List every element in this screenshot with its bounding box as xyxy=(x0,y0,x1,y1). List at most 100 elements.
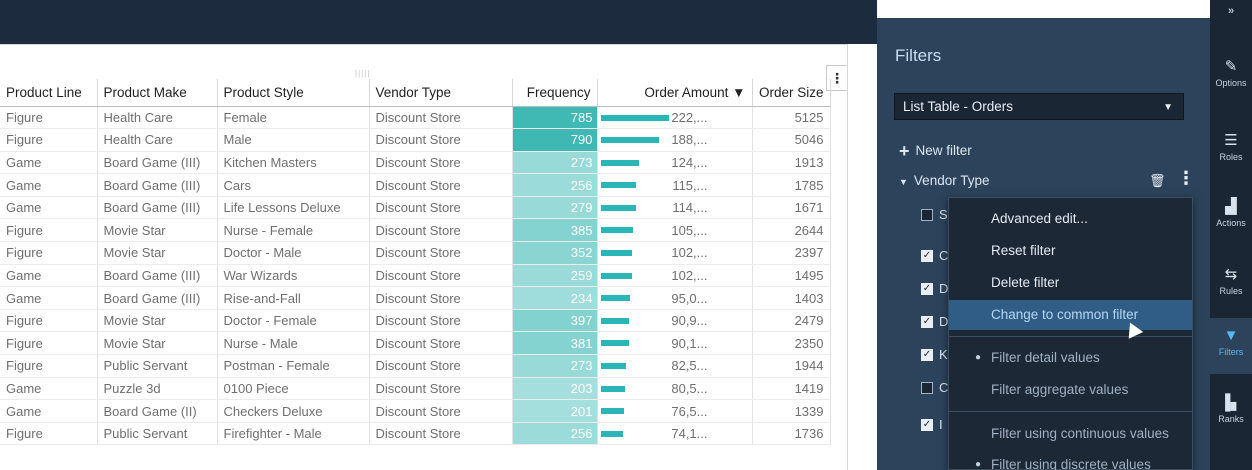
cell-product-make: Board Game (III) xyxy=(97,196,218,220)
cell-vendor-type: Discount Store xyxy=(369,128,513,152)
tab-label: Ranks xyxy=(1218,414,1244,424)
column-header-product-make[interactable]: Product Make xyxy=(97,79,218,107)
tab-rules[interactable]: ⇆ Rules xyxy=(1210,256,1252,312)
menu-divider xyxy=(949,411,1192,412)
value-checkbox[interactable] xyxy=(921,382,933,394)
cell-frequency: 785 xyxy=(512,106,598,130)
order-amount-value: 114,... xyxy=(672,200,708,216)
select-all-checkbox[interactable] xyxy=(921,209,933,221)
cell-product-make: Movie Star xyxy=(97,218,218,243)
table-row[interactable]: Figure Health Care Female Discount Store 785… xyxy=(0,106,831,130)
menu-item-advanced-edit[interactable]: Advanced edit... xyxy=(949,204,1192,234)
cell-frequency: 259 xyxy=(512,264,598,288)
cell-order-amount: 90,9... xyxy=(597,309,753,333)
cell-order-size: 1403 xyxy=(752,286,831,310)
value-checkbox[interactable]: ✓ xyxy=(921,316,933,328)
menu-item-filter-detail-values[interactable]: Filter detail values xyxy=(949,343,1192,373)
table-row[interactable]: Figure Movie Star Nurse - Female Discount S… xyxy=(0,218,831,243)
tab-roles[interactable]: ☰ Roles xyxy=(1210,122,1252,178)
table-row[interactable]: Game Puzzle 3d 0100 Piece Discount Store 203… xyxy=(0,377,831,401)
cell-product-make: Puzzle 3d xyxy=(97,377,218,401)
table-row[interactable]: Game Board Game (III) Rise-and-Fall Discoun… xyxy=(0,286,831,310)
menu-item-delete-filter[interactable]: Delete filter xyxy=(949,268,1192,298)
cell-order-size: 1913 xyxy=(752,151,831,175)
column-header-order-size[interactable]: Order Size xyxy=(752,79,831,107)
cell-order-amount: 188,... xyxy=(597,128,753,152)
table-row[interactable]: Game Board Game (II) Checkers Deluxe Discou… xyxy=(0,399,831,423)
tab-actions[interactable]: ▟ Actions xyxy=(1210,188,1252,244)
cell-order-amount: 105,... xyxy=(597,218,753,243)
new-filter-button[interactable]: + New filter xyxy=(899,141,972,162)
cell-order-size: 1339 xyxy=(752,399,831,423)
tab-label: Roles xyxy=(1219,152,1243,162)
cell-product-style: Male xyxy=(217,128,370,152)
report-canvas: ||||| ⋮ Product Line Product Make Produc… xyxy=(0,44,877,470)
menu-item-filter-aggregate-values[interactable]: Filter aggregate values xyxy=(949,375,1192,405)
expand-pane-button[interactable]: » xyxy=(1210,0,1252,18)
cell-frequency: 256 xyxy=(512,422,598,446)
tab-ranks[interactable]: ▐▖ Ranks xyxy=(1210,384,1252,440)
column-header-product-line[interactable]: Product Line xyxy=(0,79,98,107)
column-header-product-style[interactable]: Product Style xyxy=(217,79,370,107)
cell-vendor-type: Discount Store xyxy=(369,196,513,220)
column-header-frequency[interactable]: Frequency xyxy=(512,79,598,107)
table-row[interactable]: Game Board Game (III) Cars Discount Store 25… xyxy=(0,173,831,197)
cell-product-make: Board Game (III) xyxy=(97,173,218,197)
table-row[interactable]: Figure Movie Star Doctor - Female Discount … xyxy=(0,309,831,333)
cell-frequency: 352 xyxy=(512,241,598,265)
cell-product-make: Board Game (III) xyxy=(97,151,218,175)
list-table-card[interactable]: ||||| ⋮ Product Line Product Make Produc… xyxy=(0,44,848,470)
menu-item-change-to-common-filter[interactable]: Change to common filter xyxy=(949,300,1192,330)
cell-product-make: Movie Star xyxy=(97,241,218,265)
column-header-order-amount[interactable]: Order Amount ▼ xyxy=(597,79,753,107)
value-checkbox[interactable]: ✓ xyxy=(921,283,933,295)
cell-frequency: 201 xyxy=(512,399,598,423)
right-pane-tabs: ✎ Options ☰ Roles ▟ Actions ⇆ Rules ▼ Filters… xyxy=(1210,18,1252,470)
table-row[interactable]: Figure Public Servant Postman - Female Disc… xyxy=(0,354,831,378)
cell-order-size: 2479 xyxy=(752,309,831,333)
chevron-down-icon: ▼ xyxy=(1163,102,1173,113)
tab-options[interactable]: ✎ Options xyxy=(1210,48,1252,104)
cell-vendor-type: Discount Store xyxy=(369,354,513,378)
value-checkbox[interactable]: ✓ xyxy=(921,250,933,262)
menu-divider xyxy=(949,336,1192,337)
table-row[interactable]: Figure Public Servant Firefighter - Male Di… xyxy=(0,422,831,446)
object-select[interactable]: List Table - Orders ▼ xyxy=(894,93,1184,120)
filter-icon: ▼ xyxy=(1223,327,1239,344)
menu-item-filter-discrete-values[interactable]: Filter using discrete values xyxy=(949,450,1192,470)
cell-order-size: 2397 xyxy=(752,241,831,265)
table-row[interactable]: Game Board Game (III) Life Lessons Deluxe D… xyxy=(0,196,831,220)
table-row[interactable]: Figure Health Care Male Discount Store 790 18… xyxy=(0,128,831,152)
column-header-vendor-type[interactable]: Vendor Type xyxy=(369,79,513,107)
checkbox-label: D xyxy=(939,314,949,329)
table-row[interactable]: Game Board Game (III) Kitchen Masters Disco… xyxy=(0,151,831,175)
cell-product-style: Postman - Female xyxy=(217,354,370,378)
value-checkbox[interactable]: ✓ xyxy=(921,349,933,361)
cell-product-style: 0100 Piece xyxy=(217,377,370,401)
order-amount-value: 74,1... xyxy=(671,426,708,442)
trash-icon[interactable]: 🗑 xyxy=(1149,173,1166,189)
object-select-value: List Table - Orders xyxy=(903,99,1014,114)
tab-filters[interactable]: ▼ Filters xyxy=(1210,318,1252,374)
filter-header-vendor-type[interactable]: ▼ Vendor Type xyxy=(899,173,989,188)
menu-item-filter-continuous-values[interactable]: Filter using continuous values xyxy=(949,419,1192,449)
cell-frequency: 273 xyxy=(512,354,598,378)
new-filter-label: New filter xyxy=(915,143,972,158)
cell-product-line: Figure xyxy=(0,241,98,265)
cell-product-style: War Wizards xyxy=(217,264,370,288)
filter-menu-icon[interactable]: ⋮ xyxy=(1177,169,1195,187)
menu-item-reset-filter[interactable]: Reset filter xyxy=(949,236,1192,266)
cell-product-line: Game xyxy=(0,399,98,423)
table-row[interactable]: Figure Movie Star Nurse - Male Discount Sto… xyxy=(0,331,831,356)
filter-name: Vendor Type xyxy=(913,173,990,188)
order-amount-value: 95,0... xyxy=(671,290,708,306)
table-row[interactable]: Figure Movie Star Doctor - Male Discount St… xyxy=(0,241,831,265)
table-row[interactable]: Game Board Game (III) War Wizards Discount … xyxy=(0,264,831,288)
cell-order-size: 1944 xyxy=(752,354,831,378)
cell-product-style: Kitchen Masters xyxy=(217,151,370,175)
cell-order-size: 5125 xyxy=(752,106,831,130)
cell-product-line: Game xyxy=(0,196,98,220)
cell-product-line: Figure xyxy=(0,331,98,356)
value-checkbox[interactable]: ✓ xyxy=(921,419,933,431)
drag-handle[interactable]: ||||| xyxy=(355,69,385,78)
